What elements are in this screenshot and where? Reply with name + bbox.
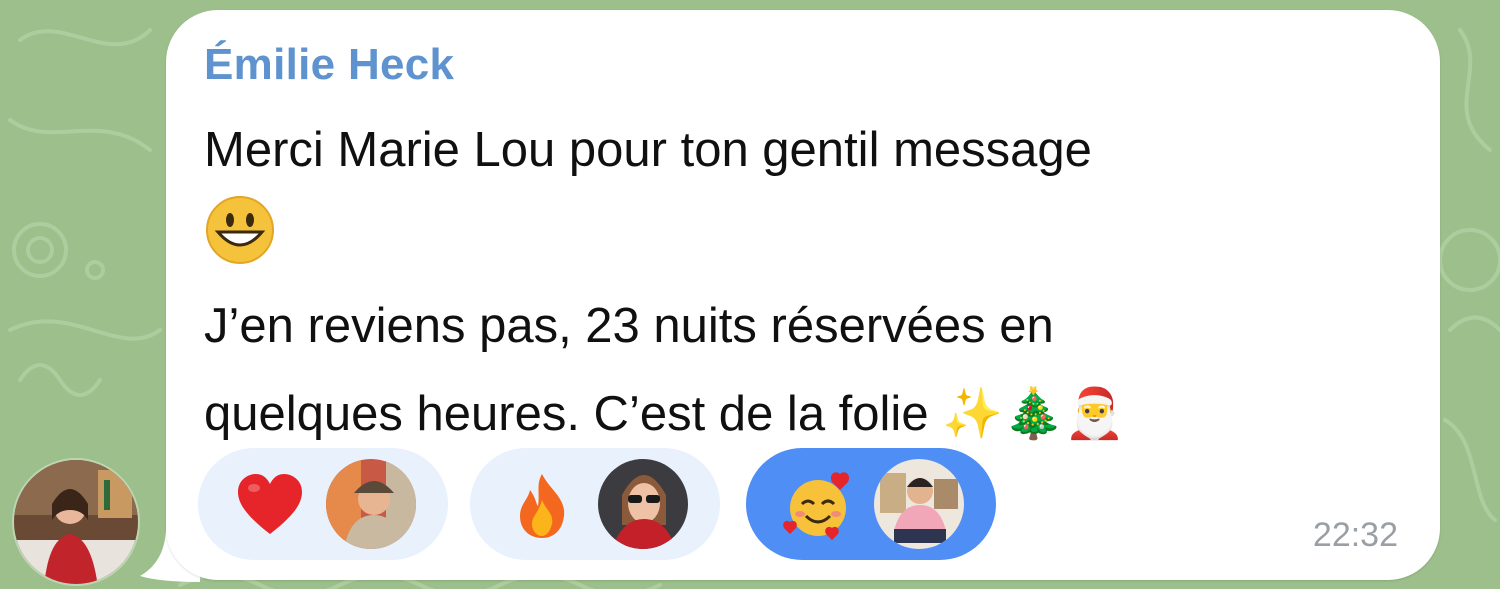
- message-line-emoji: [204, 194, 1404, 282]
- smiling-face-with-hearts-icon: [782, 470, 854, 542]
- reaction-heart[interactable]: [198, 448, 448, 560]
- reactor-avatar: [598, 459, 688, 549]
- reaction-fire[interactable]: [470, 448, 720, 560]
- message-text: Merci Marie Lou pour ton gentil message …: [204, 106, 1404, 458]
- message-line: quelques heures. C’est de la folie ✨🎄🎅: [204, 387, 1126, 441]
- red-heart-icon: [234, 470, 306, 542]
- reaction-smiling-hearts[interactable]: [746, 448, 996, 560]
- reactor-avatar: [326, 459, 416, 549]
- sender-avatar[interactable]: [12, 458, 140, 586]
- message-line: J’en reviens pas, 23 nuits réservées en: [204, 299, 1054, 353]
- sender-name[interactable]: Émilie Heck: [204, 40, 454, 90]
- message-timestamp: 22:32: [1312, 516, 1398, 554]
- message-bubble[interactable]: Émilie Heck Merci Marie Lou pour ton gen…: [166, 10, 1440, 580]
- message-line: Merci Marie Lou pour ton gentil message: [204, 123, 1092, 177]
- reactor-avatar: [874, 459, 964, 549]
- grinning-face-icon: [204, 194, 276, 294]
- fire-icon: [506, 470, 578, 542]
